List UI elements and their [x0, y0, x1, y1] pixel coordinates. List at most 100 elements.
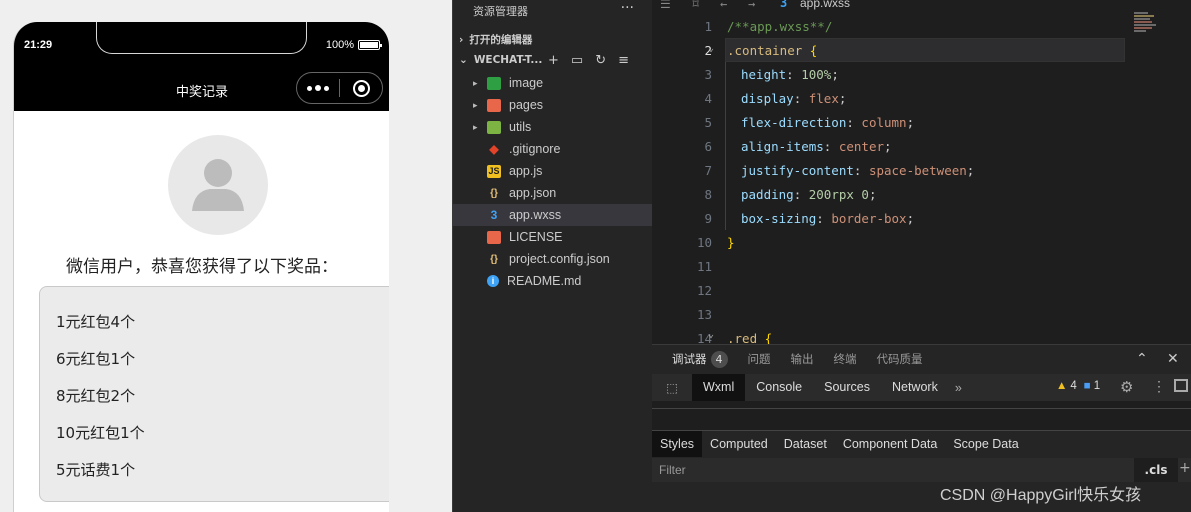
forward-arrow-icon[interactable]: → — [748, 0, 755, 11]
fold-chevron-icon[interactable]: ⌄ — [708, 43, 714, 54]
issue-counter[interactable]: ▲ 4 ■ 1 — [1056, 380, 1100, 392]
tree-item-app-wxss[interactable]: 3 app.wxss — [453, 204, 652, 226]
add-rule-icon[interactable]: + — [1179, 460, 1191, 476]
code-comment: /**app.wxss**/ — [727, 19, 833, 34]
warning-icon: ▲ — [1056, 380, 1068, 392]
prize-item: 8元红包2个 — [56, 387, 136, 405]
line-number: 8 — [704, 187, 712, 202]
tab-output[interactable]: 输出 — [791, 351, 814, 367]
prize-item: 5元话费1个 — [56, 461, 136, 479]
tree-item-gitignore[interactable]: ◆ .gitignore — [453, 138, 652, 160]
line-number: 7 — [704, 163, 712, 178]
tab-computed[interactable]: Computed — [702, 431, 776, 457]
line-number: 13 — [696, 307, 712, 322]
more-dots-icon[interactable] — [297, 85, 339, 91]
info-icon: i — [487, 275, 499, 287]
dock-icon[interactable] — [1174, 379, 1188, 392]
tab-code-quality[interactable]: 代码质量 — [877, 351, 923, 367]
folder-image-icon — [487, 76, 501, 90]
inspect-element-icon[interactable]: ⬚ — [652, 380, 692, 395]
chevron-right-icon: › — [459, 33, 464, 46]
refresh-icon[interactable]: ↻ — [595, 53, 606, 68]
chevron-down-icon: ⌄ — [459, 54, 468, 66]
filter-input[interactable]: Filter — [659, 463, 686, 477]
wxml-tree-area — [652, 401, 1191, 431]
vertical-dots-icon[interactable]: ⋮ — [1152, 378, 1166, 395]
capsule-menu — [296, 72, 383, 104]
tree-item-label: app.json — [509, 186, 557, 200]
css-value: column — [861, 115, 907, 130]
tab-sources[interactable]: Sources — [813, 374, 881, 401]
collapse-all-icon[interactable]: ≡ — [618, 53, 629, 68]
tree-item-utils[interactable]: ▸ utils — [453, 116, 652, 138]
greeting-text: 微信用户，恭喜您获得了以下奖品： — [66, 257, 338, 277]
gear-icon[interactable]: ⚙ — [1120, 378, 1133, 396]
chevron-up-icon[interactable]: ⌃ — [1136, 351, 1148, 367]
tab-component-data[interactable]: Component Data — [835, 431, 946, 457]
tab-terminal[interactable]: 终端 — [834, 351, 857, 367]
line-number: 5 — [704, 115, 712, 130]
tree-item-app-json[interactable]: {} app.json — [453, 182, 652, 204]
fold-chevron-icon[interactable]: ⌄ — [708, 329, 714, 340]
editor-tabbar: ☰ ⌑ ← → 3 app.wxss — [652, 0, 1191, 12]
css-property: flex-direction — [741, 115, 847, 130]
bookmark-icon[interactable]: ⌑ — [692, 0, 699, 11]
css-file-icon: 3 — [780, 0, 788, 10]
tree-item-project-config[interactable]: {} project.config.json — [453, 248, 652, 270]
explorer-menu-icon[interactable]: ··· — [621, 0, 634, 16]
line-number: 6 — [704, 139, 712, 154]
back-arrow-icon[interactable]: ← — [720, 0, 727, 11]
tab-wxml[interactable]: Wxml — [692, 374, 746, 401]
close-icon[interactable]: ✕ — [1167, 351, 1179, 367]
tree-item-license[interactable]: LICENSE — [453, 226, 652, 248]
line-number: 9 — [704, 211, 712, 226]
chevron-right-icon: ▸ — [473, 121, 478, 132]
close-miniprogram-icon[interactable] — [340, 79, 382, 97]
code-line: padding: 200rpx 0; — [741, 187, 877, 202]
tree-item-pages[interactable]: ▸ pages — [453, 94, 652, 116]
brace: { — [764, 331, 773, 344]
explorer-toolbar: + ▭ ↻ ≡ — [548, 53, 629, 68]
message-icon: ■ — [1083, 380, 1091, 392]
tree-item-label: pages — [509, 98, 544, 112]
tree-item-readme[interactable]: i README.md — [453, 270, 652, 292]
tree-item-label: app.wxss — [509, 208, 562, 222]
more-tabs-icon[interactable]: » — [955, 381, 962, 395]
tab-console[interactable]: Console — [745, 374, 813, 401]
line-number: 12 — [696, 283, 712, 298]
tree-item-label: app.js — [509, 164, 543, 178]
open-editors-section[interactable]: › 打开的编辑器 — [459, 32, 532, 47]
project-section[interactable]: ⌄ WECHAT-T... — [459, 54, 542, 66]
tree-item-image[interactable]: ▸ image — [453, 72, 652, 94]
code-editor[interactable]: ☰ ⌑ ← → 3 app.wxss 1 2 3 4 5 6 7 8 9 10 … — [652, 0, 1191, 344]
battery-icon — [358, 40, 382, 50]
prize-list: 1元红包4个 6元红包1个 8元红包2个 10元红包1个 5元话费1个 — [39, 286, 389, 502]
cls-button[interactable]: .cls — [1134, 458, 1178, 482]
tree-item-label: README.md — [507, 274, 582, 288]
code-line: .container { — [727, 43, 817, 58]
tab-scope-data[interactable]: Scope Data — [945, 431, 1026, 457]
brace: } — [727, 235, 735, 250]
tree-item-label: utils — [509, 120, 532, 134]
tab-network[interactable]: Network — [881, 374, 949, 401]
tab-styles[interactable]: Styles — [652, 431, 703, 457]
open-editors-label: 打开的编辑器 — [469, 34, 533, 46]
css-value: 100% — [801, 67, 832, 82]
tab-debugger[interactable]: 调试器 4 — [672, 350, 728, 368]
line-number: 3 — [704, 67, 712, 82]
list-icon[interactable]: ☰ — [660, 0, 671, 11]
file-explorer: 资源管理器 ··· › 打开的编辑器 ⌄ WECHAT-T... + ▭ ↻ ≡… — [452, 0, 652, 512]
css-property: padding — [741, 187, 794, 202]
code-line: height: 100%; — [741, 67, 839, 82]
prize-item: 1元红包4个 — [56, 313, 136, 331]
tree-item-app-js[interactable]: JS app.js — [453, 160, 652, 182]
new-file-icon[interactable]: + — [548, 53, 559, 68]
css-value: border-box — [831, 211, 907, 226]
json-file-icon: {} — [490, 187, 498, 199]
new-folder-icon[interactable]: ▭ — [571, 53, 583, 68]
tab-dataset[interactable]: Dataset — [776, 431, 835, 457]
prize-item: 6元红包1个 — [56, 350, 136, 368]
minimap[interactable] — [1134, 12, 1164, 42]
tab-problems[interactable]: 问题 — [748, 351, 771, 367]
editor-tab[interactable]: app.wxss — [800, 0, 850, 10]
